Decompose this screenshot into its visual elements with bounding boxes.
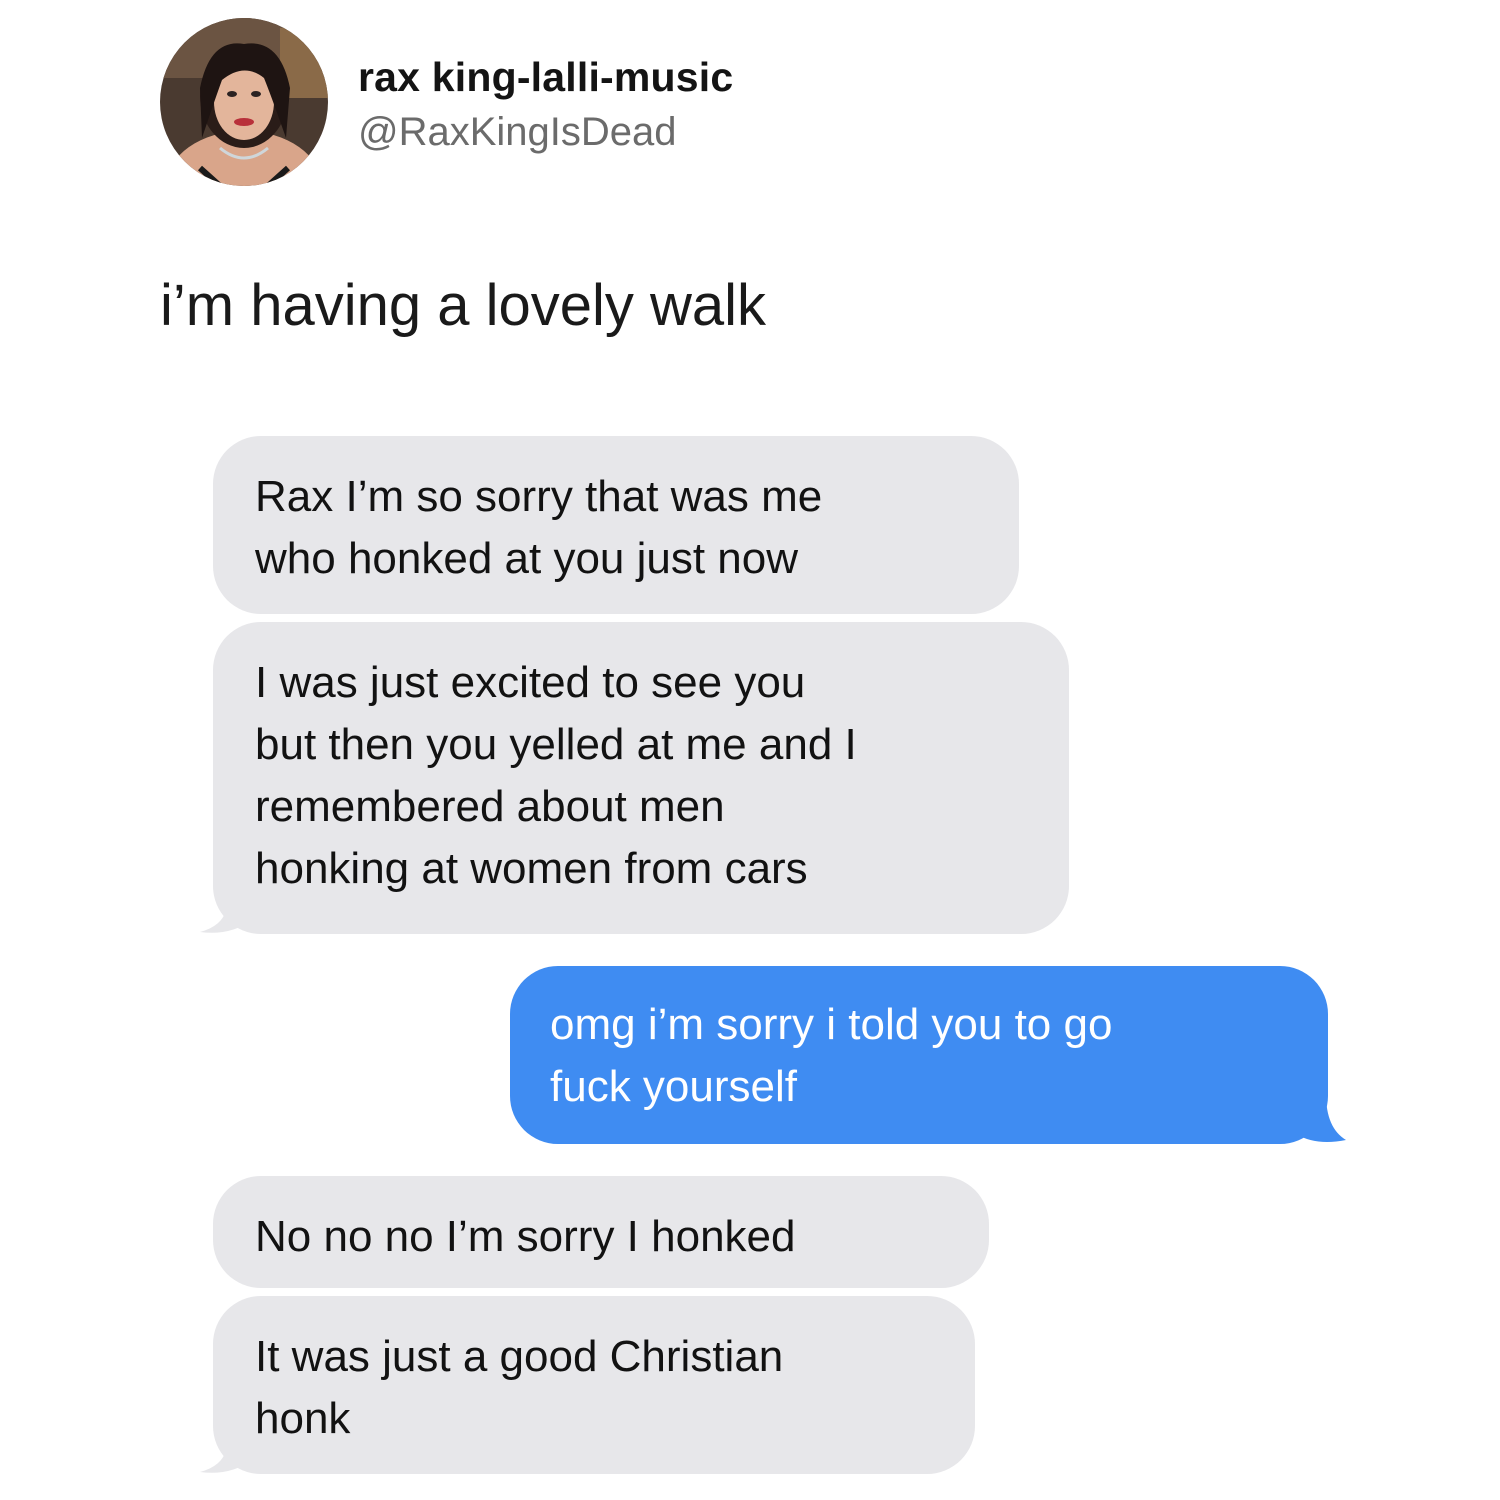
- avatar[interactable]: [160, 18, 328, 186]
- user-handle[interactable]: @RaxKingIsDead: [358, 110, 677, 155]
- bubble-tail-received: [200, 1420, 252, 1473]
- message-bubble-received: No no no I’m sorry I honked: [213, 1176, 989, 1288]
- message-bubble-received: It was just a good Christian honk: [213, 1296, 975, 1474]
- message-text: It was just a good Christian honk: [255, 1332, 784, 1443]
- bubble-tail-received: [200, 880, 252, 933]
- profile-photo-icon: [160, 18, 328, 186]
- message-bubble-received: I was just excited to see you but then y…: [213, 622, 1069, 934]
- message-bubble-received: Rax I’m so sorry that was me who honked …: [213, 436, 1019, 614]
- message-text: omg i’m sorry i told you to go fuck your…: [550, 1000, 1113, 1111]
- tweet-header: rax king-lalli-music @RaxKingIsDead: [160, 18, 1060, 188]
- bubble-tail-sent: [1296, 1094, 1346, 1142]
- message-text: Rax I’m so sorry that was me who honked …: [255, 472, 823, 583]
- display-name[interactable]: rax king-lalli-music: [358, 54, 733, 101]
- message-bubble-sent: omg i’m sorry i told you to go fuck your…: [510, 966, 1328, 1144]
- tweet-text: i’m having a lovely walk: [160, 273, 767, 338]
- message-text: No no no I’m sorry I honked: [255, 1212, 796, 1261]
- message-text: I was just excited to see you but then y…: [255, 658, 857, 893]
